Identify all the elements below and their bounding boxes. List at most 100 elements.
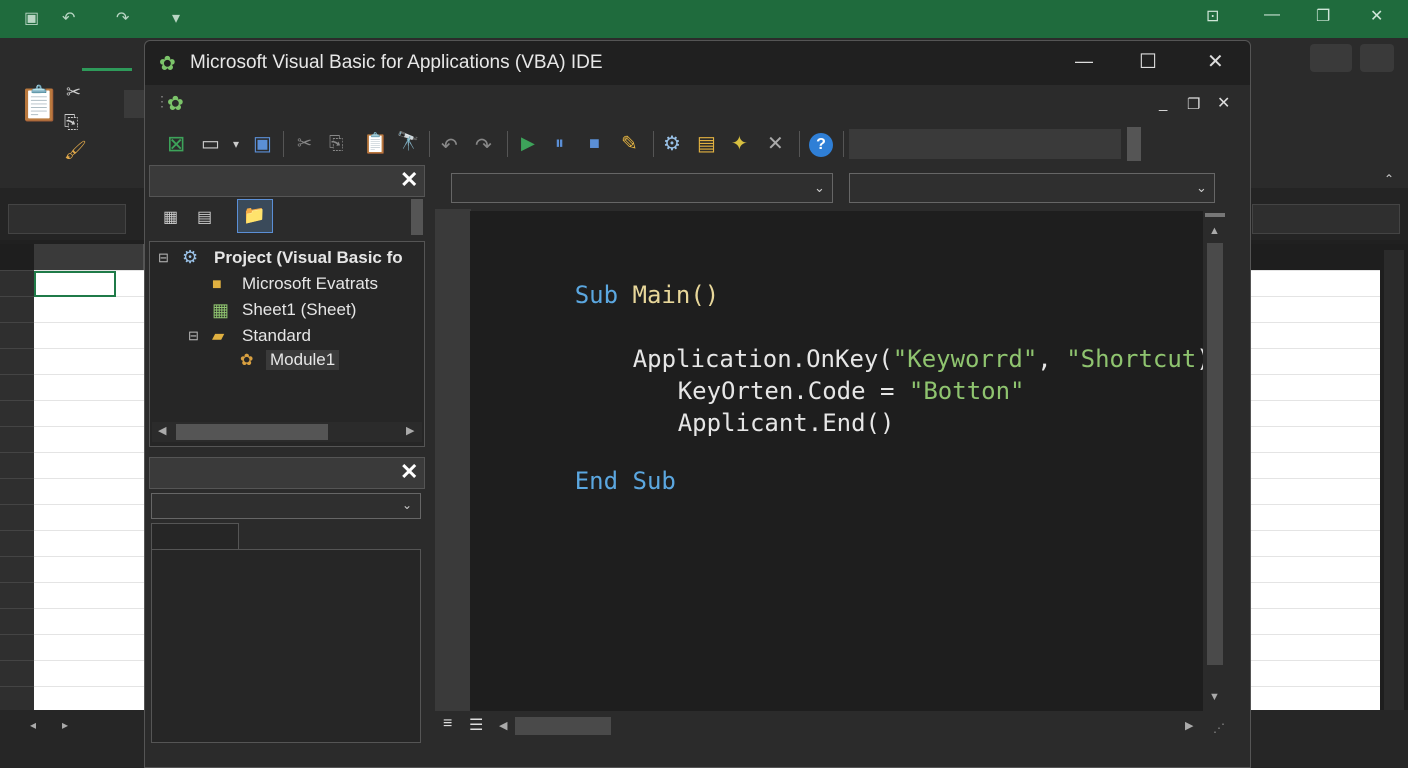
excel-title-bar xyxy=(0,0,1408,38)
chevron-down-icon: ⌄ xyxy=(1196,180,1207,195)
insert-userform-icon[interactable]: ▭ xyxy=(201,131,220,156)
child-restore-icon[interactable]: ❐ xyxy=(1187,95,1200,113)
tree-item-sheet1[interactable]: Sheet1 (Sheet) xyxy=(242,300,356,320)
format-painter-icon[interactable]: 🖌 xyxy=(64,140,87,161)
child-minimize-icon[interactable]: _ xyxy=(1159,95,1167,112)
project-tree: ⊟ ⚙ Project (Visual Basic fo ■ Microsoft… xyxy=(149,241,425,447)
procedure-dropdown[interactable]: ⌄ xyxy=(849,173,1215,203)
tree-scroll-right-icon[interactable]: ▶ xyxy=(406,424,414,437)
excel-vertical-scrollbar[interactable] xyxy=(1384,250,1404,710)
resize-grip-icon[interactable]: ⋰ xyxy=(1213,721,1225,735)
scroll-up-icon[interactable]: ▲ xyxy=(1209,225,1220,237)
view-excel-icon[interactable]: ⊠ xyxy=(167,131,185,157)
insert-dropdown-icon[interactable]: ▾ xyxy=(233,137,239,151)
window-title: Microsoft Visual Basic for Applications … xyxy=(190,52,603,73)
code-string: "Shortcut xyxy=(1066,345,1197,373)
scroll-down-icon[interactable]: ▼ xyxy=(1209,691,1220,703)
worksheet-cells-right[interactable] xyxy=(1250,270,1380,710)
row-headers[interactable] xyxy=(0,270,34,710)
maximize-button[interactable]: ☐ xyxy=(1139,49,1157,74)
name-box[interactable] xyxy=(8,204,126,234)
procedure-view-icon[interactable]: ≡ xyxy=(443,715,452,733)
explorer-toolbar-overflow[interactable] xyxy=(411,199,423,235)
excel-minimize-icon[interactable]: — xyxy=(1264,6,1280,24)
vba-app-icon: ✿ xyxy=(159,53,176,75)
tree-scroll-left-icon[interactable]: ◀ xyxy=(158,424,166,437)
copy-code-icon[interactable]: ⎘ xyxy=(329,133,343,154)
paste-code-icon[interactable]: 📋 xyxy=(363,131,388,156)
code-text: , xyxy=(1037,345,1067,373)
tree-item-project[interactable]: Project (Visual Basic fo xyxy=(214,248,422,268)
customize-quick-access-icon[interactable]: ▾ xyxy=(172,8,180,28)
code-editor[interactable]: Sub Main() Application.OnKey("Keyworrd",… xyxy=(470,211,1211,711)
project-icon: ⚙ xyxy=(182,247,199,267)
ribbon-display-icon[interactable]: ⊡ xyxy=(1206,6,1219,26)
collapse-ribbon-icon[interactable]: ⌃ xyxy=(1384,172,1394,186)
code-text: Applicant.End() xyxy=(677,409,895,437)
column-header[interactable] xyxy=(34,244,144,270)
break-icon[interactable]: ⏸ xyxy=(555,133,564,154)
view-object-icon[interactable]: ▤ xyxy=(197,207,212,227)
hscroll-right-icon[interactable]: ▶ xyxy=(1185,719,1193,732)
object-dropdown[interactable]: ⌄ xyxy=(451,173,833,203)
full-module-view-icon[interactable]: ☰ xyxy=(469,715,483,735)
properties-object-dropdown[interactable]: ⌄ xyxy=(151,493,421,519)
cut-icon[interactable]: ✂ xyxy=(66,82,81,103)
sheet-scroll-right-icon[interactable]: ▸ xyxy=(62,718,68,732)
formula-input[interactable] xyxy=(1252,204,1400,234)
find-icon[interactable]: 🔭 xyxy=(397,131,419,152)
share-button[interactable] xyxy=(1360,44,1394,72)
code-keyword: End Sub xyxy=(574,467,676,495)
help-icon[interactable]: ? xyxy=(809,133,833,157)
design-mode-icon[interactable]: ✎ xyxy=(621,131,638,156)
project-explorer-close-button[interactable]: ✕ xyxy=(400,167,418,193)
code-margin-indicator[interactable] xyxy=(435,209,471,711)
sheet-icon: ▦ xyxy=(212,300,230,320)
tree-item-module1[interactable]: Module1 xyxy=(266,350,340,370)
view-code-icon[interactable]: ▦ xyxy=(163,207,178,227)
toolbar-overflow-button[interactable] xyxy=(1127,127,1141,161)
selected-cell[interactable] xyxy=(34,271,116,297)
code-hscroll-thumb[interactable] xyxy=(515,717,611,735)
excel-restore-icon[interactable]: ❐ xyxy=(1316,6,1330,26)
properties-window-icon[interactable]: ▤ xyxy=(697,131,716,156)
comments-button[interactable] xyxy=(1310,44,1352,72)
split-handle[interactable] xyxy=(1205,213,1225,217)
hscroll-left-icon[interactable]: ◀ xyxy=(499,719,507,732)
paste-icon[interactable]: 📋 xyxy=(18,84,60,124)
project-explorer-icon[interactable]: ⚙ xyxy=(663,131,681,156)
collapse-standard-icon[interactable]: ⊟ xyxy=(188,328,199,344)
toolbar-search-box[interactable] xyxy=(849,129,1121,159)
folder-icon: ■ xyxy=(212,276,222,293)
vba-ide-window: ✿ Microsoft Visual Basic for Application… xyxy=(144,40,1251,768)
properties-tab-alphabetic[interactable] xyxy=(151,523,239,549)
worksheet-cells[interactable] xyxy=(34,270,144,710)
copy-icon[interactable]: ⎘ xyxy=(64,112,78,133)
save-project-icon[interactable]: ▣ xyxy=(253,131,272,156)
excel-close-icon[interactable]: ✕ xyxy=(1370,6,1383,26)
object-browser-icon[interactable]: ✦ xyxy=(731,131,748,156)
tree-scroll-thumb[interactable] xyxy=(176,424,328,440)
code-scroll-thumb[interactable] xyxy=(1207,243,1223,665)
tree-item-microsoft-objects[interactable]: Microsoft Evatrats xyxy=(242,274,378,294)
redo-code-icon[interactable]: ↷ xyxy=(475,133,492,158)
reset-icon[interactable]: ■ xyxy=(589,133,600,154)
collapse-project-icon[interactable]: ⊟ xyxy=(158,250,169,266)
save-icon[interactable]: ▣ xyxy=(24,8,39,28)
run-icon[interactable]: ▶ xyxy=(521,133,535,154)
undo-icon[interactable]: ↶ xyxy=(62,8,75,28)
redo-icon[interactable]: ↷ xyxy=(116,8,129,28)
properties-header xyxy=(149,457,425,489)
tree-item-standard[interactable]: Standard xyxy=(242,326,311,346)
ribbon-group-box xyxy=(124,90,144,118)
vba-title-bar: ✿ Microsoft Visual Basic for Application… xyxy=(145,41,1250,85)
cut-code-icon[interactable]: ✂ xyxy=(297,133,312,154)
vba-menu-icon[interactable]: ✿ xyxy=(167,91,184,116)
toolbox-icon[interactable]: ✕ xyxy=(767,131,784,156)
child-close-icon[interactable]: ✕ xyxy=(1217,93,1230,113)
undo-code-icon[interactable]: ↶ xyxy=(441,133,458,158)
properties-close-button[interactable]: ✕ xyxy=(400,459,418,485)
minimize-button[interactable]: — xyxy=(1075,51,1093,72)
sheet-scroll-left-icon[interactable]: ◂ xyxy=(30,718,36,732)
close-button[interactable]: ✕ xyxy=(1207,49,1224,74)
